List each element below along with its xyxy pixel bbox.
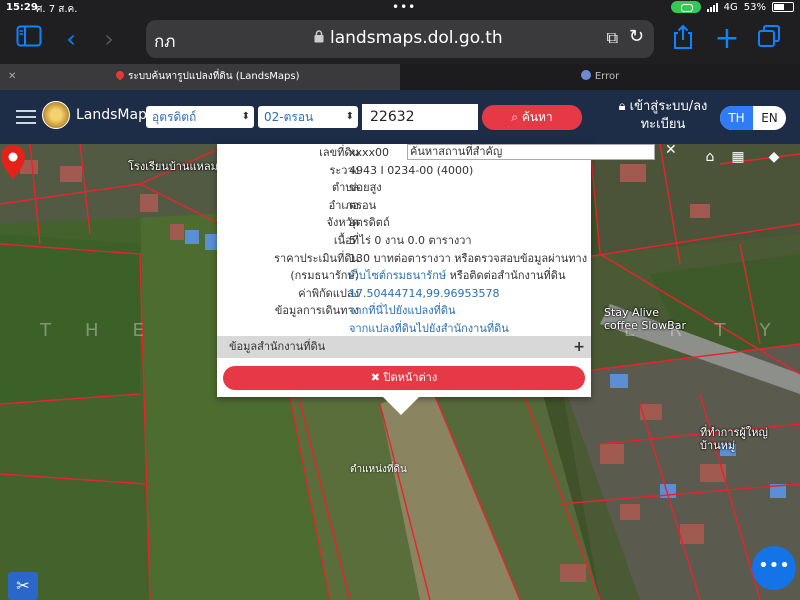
lock-icon: 🔒︎ bbox=[618, 99, 630, 114]
search-icon: ⌕ bbox=[511, 110, 522, 124]
reload-icon[interactable]: ↻ bbox=[629, 26, 644, 47]
share-icon[interactable] bbox=[668, 24, 698, 54]
pin-label: ตำแหน่งที่ดิน bbox=[350, 464, 407, 475]
parcel-location-pin-icon[interactable] bbox=[0, 144, 26, 180]
login-link[interactable]: 🔒︎ เข้าสู่ระบบ/ลง ทะเบียน bbox=[618, 98, 708, 134]
tabs-overview-icon[interactable] bbox=[754, 24, 784, 54]
province-value: อุตรดิตถ์ bbox=[152, 110, 197, 124]
login-line1: เข้าสู่ระบบ/ลง bbox=[629, 99, 708, 114]
info-row: ค่าพิกัดแปลง 17.50444714,99.96953578 bbox=[217, 285, 591, 303]
back-icon[interactable]: ‹ bbox=[56, 24, 86, 54]
info-row: อำเภอ ตรอน bbox=[217, 197, 591, 215]
more-options-button[interactable]: ••• bbox=[752, 546, 796, 590]
measure-tools-icon[interactable]: ✂ bbox=[8, 572, 38, 600]
land-office-info-label: ข้อมูลสำนักงานที่ดิน bbox=[229, 340, 326, 353]
battery-percent: 53% bbox=[743, 1, 766, 13]
info-row: จังหวัด อุตรดิตถ์ bbox=[217, 214, 591, 232]
tab-error[interactable]: Error bbox=[400, 64, 800, 90]
language-toggle[interactable]: TH EN bbox=[720, 106, 786, 130]
extension-icon[interactable]: ⧉ bbox=[607, 28, 618, 48]
url-text[interactable]: landsmaps.dol.go.th bbox=[330, 28, 503, 48]
tab-strip: ✕ ระบบค้นหารูปแปลงที่ดิน (LandsMaps) Err… bbox=[0, 64, 800, 90]
call-indicator-icon bbox=[670, 1, 701, 13]
lock-icon bbox=[314, 30, 324, 43]
info-row-value: ข่อยสูง bbox=[349, 181, 382, 195]
signal-icon bbox=[706, 2, 718, 12]
menu-icon[interactable] bbox=[16, 110, 36, 128]
login-line2: ทะเบียน bbox=[640, 117, 686, 132]
address-typed-text[interactable]: กภ bbox=[154, 28, 176, 55]
info-row-value: อุตรดิตถ์ bbox=[349, 216, 390, 230]
info-row-label: ข้อมูลการเดินทาง bbox=[274, 304, 359, 318]
poi-search-input[interactable]: ค้นหาสถานที่สำคัญ bbox=[407, 144, 655, 160]
info-row-value: 5 ไร่ 0 งาน 0.0 ตารางวา bbox=[349, 234, 472, 247]
grid-map-icon[interactable]: ▦ bbox=[724, 144, 752, 170]
forward-icon[interactable]: › bbox=[94, 24, 124, 54]
info-row: (กรมธนารักษ์) เว็บไซต์กรมธนารักษ์ หรือติด… bbox=[217, 267, 591, 285]
globe-favicon-icon bbox=[580, 70, 591, 80]
expand-plus-icon: + bbox=[573, 339, 585, 355]
tab-title: Error bbox=[594, 71, 620, 82]
info-row: ข้อมูลการเดินทาง จากที่นี่ไปยังแปลงที่ดิน bbox=[217, 302, 591, 320]
info-row-value[interactable]: 17.50444714,99.96953578 bbox=[349, 285, 499, 303]
info-row-value: xxxx00 bbox=[349, 146, 390, 159]
new-tab-icon[interactable]: + bbox=[712, 24, 742, 54]
info-row-value[interactable]: จากที่นี่ไปยังแปลงที่ดิน bbox=[349, 302, 455, 320]
layers-icon[interactable]: ◆ bbox=[760, 144, 788, 170]
lang-en[interactable]: EN bbox=[753, 106, 786, 130]
poi-label-cafe: Stay Alive coffee SlowBar bbox=[604, 306, 686, 332]
close-window-label: ปิดหน้าต่าง bbox=[383, 371, 438, 384]
info-row-value: เว็บไซต์กรมธนารักษ์ หรือติดต่อสำนักงานที… bbox=[349, 267, 565, 285]
chevron-updown-icon: ⬍ bbox=[241, 111, 250, 122]
battery-icon bbox=[772, 2, 794, 12]
poi-label-village-office: ที่ทำการผู้ใหญ่บ้านหมู่ bbox=[700, 426, 768, 452]
multitask-dots-icon[interactable]: ••• bbox=[392, 0, 416, 14]
land-office-info-toggle[interactable]: ข้อมูลสำนักงานที่ดิน + bbox=[217, 336, 591, 358]
home-map-icon[interactable]: ⌂ bbox=[696, 144, 724, 170]
status-bar: 15:29 ศ. 7 ส.ค. ••• 4G 53% bbox=[0, 0, 800, 16]
info-row-value: ตรอน bbox=[349, 198, 377, 212]
map-pin-favicon-icon bbox=[114, 69, 126, 81]
province-select[interactable]: อุตรดิตถ์ ⬍ bbox=[146, 106, 254, 128]
dol-logo bbox=[42, 101, 70, 129]
status-date: ศ. 7 ส.ค. bbox=[36, 4, 78, 15]
search-button[interactable]: ⌕ ค้นหา bbox=[482, 105, 582, 130]
address-bar[interactable]: กภ landsmaps.dol.go.th ⧉ ↻ bbox=[146, 20, 654, 58]
close-tab-icon[interactable]: ✕ bbox=[8, 64, 16, 90]
info-row-value-rest: หรือติดต่อสำนักงานที่ดิน bbox=[446, 269, 566, 283]
close-window-button[interactable]: ✖ ปิดหน้าต่าง bbox=[223, 366, 585, 390]
chevron-updown-icon: ⬍ bbox=[345, 111, 354, 122]
sidebar-icon[interactable] bbox=[14, 24, 44, 54]
info-row-value: 130 บาทต่อตารางวา หรือตรวจสอบข้อมูลผ่านท… bbox=[349, 251, 588, 265]
parcel-info-popup: เลขที่ดิน xxxx00 ระวาง 4943 I 0234-00 (4000… bbox=[217, 142, 677, 415]
district-value: 02-ตรอน bbox=[264, 110, 314, 124]
info-row-value: 4943 I 0234-00 (4000) bbox=[349, 163, 474, 177]
brand-name: LandsMaps bbox=[76, 107, 155, 123]
lang-th[interactable]: TH bbox=[720, 106, 753, 130]
treasury-website-link[interactable]: เว็บไซต์กรมธนารักษ์ bbox=[349, 269, 446, 282]
search-button-label: ค้นหา bbox=[521, 110, 553, 124]
tab-title: ระบบค้นหารูปแปลงที่ดิน (LandsMaps) bbox=[128, 71, 300, 82]
app-header: LandsMaps อุตรดิตถ์ ⬍ 02-ตรอน ⬍ 22632 ⌕ … bbox=[0, 90, 800, 144]
browser-toolbar: ‹ › กภ landsmaps.dol.go.th ⧉ ↻ + bbox=[0, 16, 800, 64]
close-icon: ✖ bbox=[370, 371, 384, 384]
close-search-icon[interactable]: ✕ bbox=[665, 142, 677, 158]
poi-label-school: โรงเรียนบ้านแหลม bbox=[128, 160, 218, 173]
info-row-label: ราคาประเมินที่ดิน bbox=[274, 251, 359, 265]
status-time: 15:29 bbox=[6, 2, 38, 13]
info-row: ราคาประเมินที่ดิน 130 บาทต่อตารางวา หรือต… bbox=[217, 250, 591, 268]
info-row: ตำบล ข่อยสูง bbox=[217, 179, 591, 197]
parcel-number-input[interactable]: 22632 bbox=[362, 104, 478, 130]
info-row: ระวาง 4943 I 0234-00 (4000) bbox=[217, 162, 591, 180]
info-row: เนื้อที่ 5 ไร่ 0 งาน 0.0 ตารางวา bbox=[217, 232, 591, 250]
network-type: 4G bbox=[723, 1, 738, 13]
district-select[interactable]: 02-ตรอน ⬍ bbox=[258, 106, 358, 128]
tab-landsmaps[interactable]: ✕ ระบบค้นหารูปแปลงที่ดิน (LandsMaps) bbox=[0, 64, 400, 90]
